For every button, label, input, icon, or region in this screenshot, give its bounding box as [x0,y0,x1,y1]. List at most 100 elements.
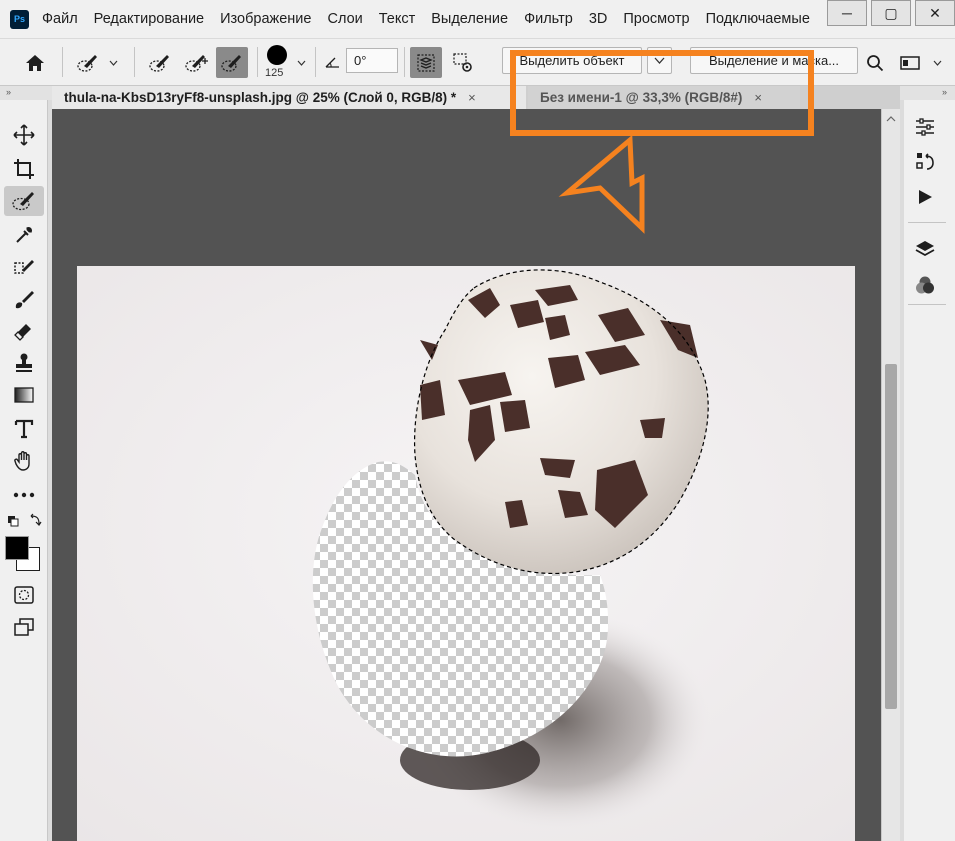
window-controls: ─ ▢ ✕ [823,0,955,26]
history-panel-button[interactable] [909,146,941,176]
default-colors-icon [8,513,42,527]
menu-plugins[interactable]: Подключаемые [706,11,810,27]
screen-mode-button[interactable] [4,612,44,642]
menu-file[interactable]: Файл [42,11,78,27]
tab-label: thula-na-KbsD13ryFf8-unsplash.jpg @ 25% … [64,90,457,105]
subtract-selection-button[interactable] [216,47,248,78]
angle-field[interactable]: 0° [346,48,398,73]
hand-tool[interactable] [4,446,44,476]
minimize-button[interactable]: ─ [827,0,867,26]
crop-tool[interactable] [4,154,44,184]
sample-all-layers-button[interactable] [410,47,442,78]
menu-edit[interactable]: Редактирование [94,11,204,27]
gradient-tool[interactable] [4,380,44,410]
chevron-down-icon[interactable] [930,53,944,73]
gradient-icon [14,387,34,403]
menu-layers[interactable]: Слои [327,11,362,27]
brush-tool[interactable] [4,284,44,314]
enhance-edge-button[interactable] [448,48,478,78]
toolbar-collapse[interactable]: » [0,86,52,100]
add-selection-button[interactable] [180,48,212,78]
vertical-scrollbar[interactable] [881,109,900,841]
tools-panel [0,100,48,841]
menu-type[interactable]: Текст [379,11,416,27]
stamp-icon [16,353,32,372]
foreground-color-swatch[interactable] [5,536,29,560]
adjustments-panel-button[interactable] [909,112,941,142]
more-tools[interactable] [4,480,44,510]
layers-icon [915,241,935,257]
document-canvas-area[interactable] [52,109,881,841]
channels-panel-button[interactable] [909,270,941,300]
tab-untitled-1[interactable]: Без имени-1 @ 33,3% (RGB/8#) × [528,86,800,109]
document-tabs: thula-na-KbsD13ryFf8-unsplash.jpg @ 25% … [52,86,900,109]
eraser-icon [14,324,31,341]
search-button[interactable] [862,48,888,78]
menu-view[interactable]: Просмотр [623,11,689,27]
new-selection-icon [149,55,169,72]
options-bar: 125 0° Выделить объект Выделение и маска… [0,38,955,86]
home-button[interactable] [18,48,52,78]
menu-bar: Ps Файл Редактирование Изображение Слои … [0,0,955,38]
chevron-down-icon[interactable] [106,48,120,78]
select-subject-button[interactable]: Выделить объект [502,47,642,74]
actions-icon [919,190,932,204]
sample-all-layers-icon [417,53,435,72]
eraser-tool[interactable] [4,316,44,346]
history-icon [916,153,934,170]
quick-select-preset-icon [77,55,97,72]
menu-3d[interactable]: 3D [589,11,608,27]
select-subject-dropdown[interactable] [647,47,672,74]
scrollbar-thumb[interactable] [885,364,897,709]
spot-healing-icon [14,260,34,274]
actions-panel-button[interactable] [909,182,941,212]
color-swap-controls[interactable] [4,510,44,532]
photoshop-logo: Ps [10,9,29,29]
add-selection-icon [185,55,208,72]
brush-icon [15,291,34,309]
document-image[interactable] [52,109,881,841]
type-tool[interactable] [4,414,44,444]
enhance-edge-icon [453,53,472,72]
brush-size-value: 125 [265,67,284,79]
stamp-tool[interactable] [4,348,44,378]
tab-label: Без имени-1 @ 33,3% (RGB/8#) [540,90,743,105]
scroll-up-icon[interactable] [886,115,896,122]
quick-select-tool[interactable] [4,186,44,216]
search-icon [867,55,884,72]
menu-select[interactable]: Выделение [431,11,508,27]
select-and-mask-button[interactable]: Выделение и маска... [690,47,858,74]
eyedropper-icon [16,226,33,243]
adjustments-icon [916,118,934,136]
brush-size-picker[interactable] [264,44,290,66]
panels-collapse[interactable]: » [900,86,955,100]
quick-mask-button[interactable] [4,580,44,610]
home-icon [26,55,44,71]
more-icon [13,492,35,498]
new-selection-button[interactable] [144,48,176,78]
type-icon [14,419,34,439]
move-tool[interactable] [4,120,44,150]
close-window-button[interactable]: ✕ [915,0,955,26]
tab-thula-image[interactable]: thula-na-KbsD13ryFf8-unsplash.jpg @ 25% … [52,86,526,109]
hand-icon [14,451,30,471]
layers-panel-button[interactable] [909,234,941,264]
quick-select-icon [12,192,34,211]
chevron-down-icon [654,57,665,64]
color-swatches[interactable] [5,536,45,574]
tool-preset-picker[interactable] [70,48,106,78]
close-icon[interactable]: × [754,90,762,105]
spot-healing-tool[interactable] [4,252,44,282]
angle-icon [322,51,342,73]
menu-filter[interactable]: Фильтр [524,11,573,27]
crop-icon [14,159,34,179]
menu-image[interactable]: Изображение [220,11,311,27]
quick-mask-icon [14,586,34,604]
workspace-icon [900,56,920,70]
close-icon[interactable]: × [468,90,476,105]
chevron-down-icon[interactable] [294,53,308,73]
eyedropper-tool[interactable] [4,220,44,250]
channels-icon [916,276,934,294]
restore-button[interactable]: ▢ [871,0,911,26]
workspace-button[interactable] [896,48,924,78]
